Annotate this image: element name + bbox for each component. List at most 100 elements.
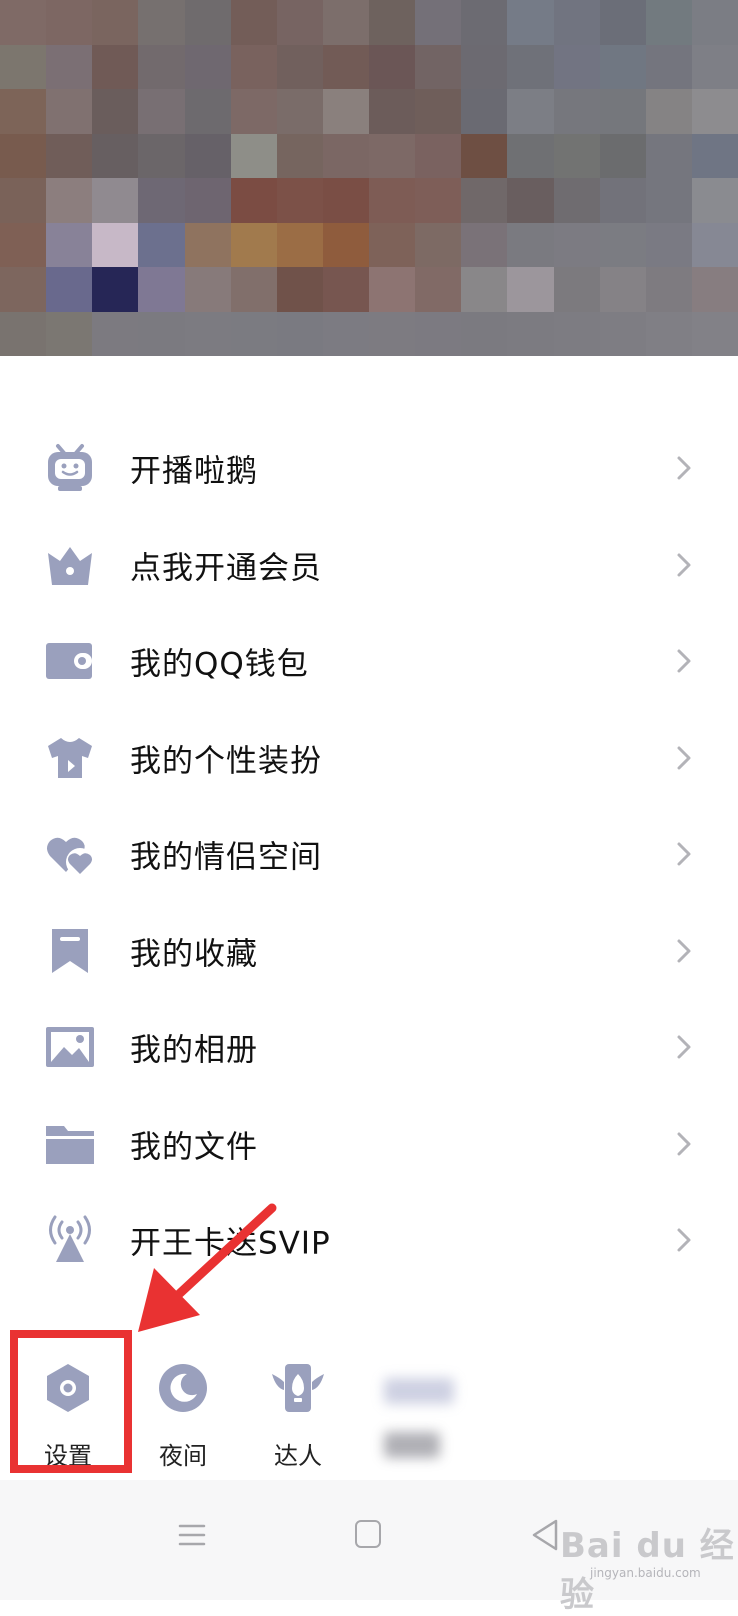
mosaic-tile: [599, 222, 646, 267]
broadcast-tower-icon: [44, 1214, 96, 1266]
mosaic-tile: [645, 222, 692, 267]
mosaic-tile: [415, 178, 462, 223]
mosaic-tile: [691, 222, 738, 267]
folder-icon: [44, 1118, 96, 1170]
winged-badge-icon: [272, 1364, 324, 1412]
mosaic-tile: [553, 0, 600, 45]
mosaic-tile: [415, 311, 462, 356]
mosaic-tile: [599, 178, 646, 223]
mosaic-tile: [415, 44, 462, 89]
mosaic-tile: [691, 89, 738, 134]
mosaic-tile: [230, 178, 277, 223]
menu-item-live[interactable]: 开播啦鹅: [0, 420, 738, 517]
home-square-icon[interactable]: [355, 1520, 381, 1548]
mosaic-tile: [645, 311, 692, 356]
mosaic-tile: [461, 0, 508, 45]
mosaic-tile: [507, 267, 554, 312]
chevron-right-icon: [677, 842, 691, 866]
mosaic-tile: [322, 133, 369, 178]
mosaic-tile: [322, 311, 369, 356]
mosaic-tile: [230, 0, 277, 45]
mosaic-tile: [322, 89, 369, 134]
mosaic-tile: [369, 222, 416, 267]
mosaic-tile: [46, 0, 93, 45]
chevron-right-icon: [677, 456, 691, 480]
mosaic-tile: [0, 311, 47, 356]
mosaic-tile: [276, 178, 323, 223]
mosaic-tile: [184, 0, 231, 45]
mosaic-tile: [553, 89, 600, 134]
menu-item-favorites[interactable]: 我的收藏: [0, 903, 738, 1000]
menu-item-label: 我的个性装扮: [130, 743, 322, 780]
mosaic-tile: [415, 133, 462, 178]
mosaic-tile: [46, 89, 93, 134]
menu-item-couple[interactable]: 我的情侣空间: [0, 806, 738, 903]
mosaic-tile: [184, 222, 231, 267]
mosaic-tile: [0, 267, 47, 312]
night-label: 夜间: [159, 1442, 207, 1470]
mosaic-tile: [645, 267, 692, 312]
menu-item-theme[interactable]: 我的个性装扮: [0, 710, 738, 807]
chevron-right-icon: [677, 649, 691, 673]
mosaic-tile: [276, 0, 323, 45]
mosaic-tile: [599, 311, 646, 356]
chevron-right-icon: [677, 746, 691, 770]
mosaic-tile: [276, 44, 323, 89]
mosaic-tile: [138, 133, 185, 178]
menu-item-label: 我的QQ钱包: [130, 646, 309, 683]
menu-item-label: 我的收藏: [130, 936, 258, 973]
night-mode-button[interactable]: 夜间: [128, 1360, 238, 1471]
mosaic-tile: [46, 178, 93, 223]
expert-button[interactable]: 达人: [243, 1360, 353, 1471]
mosaic-tile: [184, 178, 231, 223]
mosaic-tile: [461, 267, 508, 312]
mosaic-tile: [184, 133, 231, 178]
mosaic-tile: [276, 222, 323, 267]
mosaic-tile: [0, 44, 47, 89]
photo-icon: [44, 1021, 96, 1073]
menu-item-vip[interactable]: 点我开通会员: [0, 517, 738, 614]
mosaic-tile: [138, 267, 185, 312]
mosaic-tile: [415, 0, 462, 45]
mosaic-tile: [230, 89, 277, 134]
mosaic-tile: [691, 133, 738, 178]
mosaic-tile: [184, 267, 231, 312]
mosaic-tile: [276, 267, 323, 312]
profile-header-image: [0, 0, 738, 356]
mosaic-tile: [507, 44, 554, 89]
menu-item-label: 我的相册: [130, 1032, 258, 1069]
mosaic-tile: [230, 311, 277, 356]
mosaic-tile: [276, 89, 323, 134]
mosaic-tile: [92, 222, 139, 267]
mosaic-tile: [507, 222, 554, 267]
mosaic-tile: [553, 222, 600, 267]
mosaic-tile: [92, 178, 139, 223]
mosaic-tile: [553, 311, 600, 356]
back-triangle-icon[interactable]: [530, 1518, 560, 1552]
mosaic-tile: [322, 44, 369, 89]
mosaic-tile: [138, 311, 185, 356]
mosaic-tile: [553, 267, 600, 312]
menu-item-album[interactable]: 我的相册: [0, 999, 738, 1096]
mosaic-tile: [138, 89, 185, 134]
mosaic-tile: [322, 222, 369, 267]
menu-lines-icon[interactable]: [178, 1522, 206, 1548]
mosaic-tile: [461, 311, 508, 356]
chevron-right-icon: [677, 939, 691, 963]
menu-item-wallet[interactable]: 我的QQ钱包: [0, 613, 738, 710]
wallet-icon: [44, 635, 96, 687]
crown-icon: [44, 539, 96, 591]
mosaic-tile: [369, 267, 416, 312]
mosaic-tile: [553, 133, 600, 178]
mosaic-tile: [138, 44, 185, 89]
mosaic-tile: [691, 267, 738, 312]
chevron-right-icon: [677, 1228, 691, 1252]
mosaic-tile: [92, 267, 139, 312]
menu-item-kingcard[interactable]: 开王卡送SVIP: [0, 1192, 738, 1289]
mosaic-tile: [230, 267, 277, 312]
menu-item-files[interactable]: 我的文件: [0, 1096, 738, 1193]
mosaic-tile: [553, 44, 600, 89]
mosaic-tile: [138, 0, 185, 45]
mosaic-tile: [92, 133, 139, 178]
shirt-icon: [44, 732, 96, 784]
